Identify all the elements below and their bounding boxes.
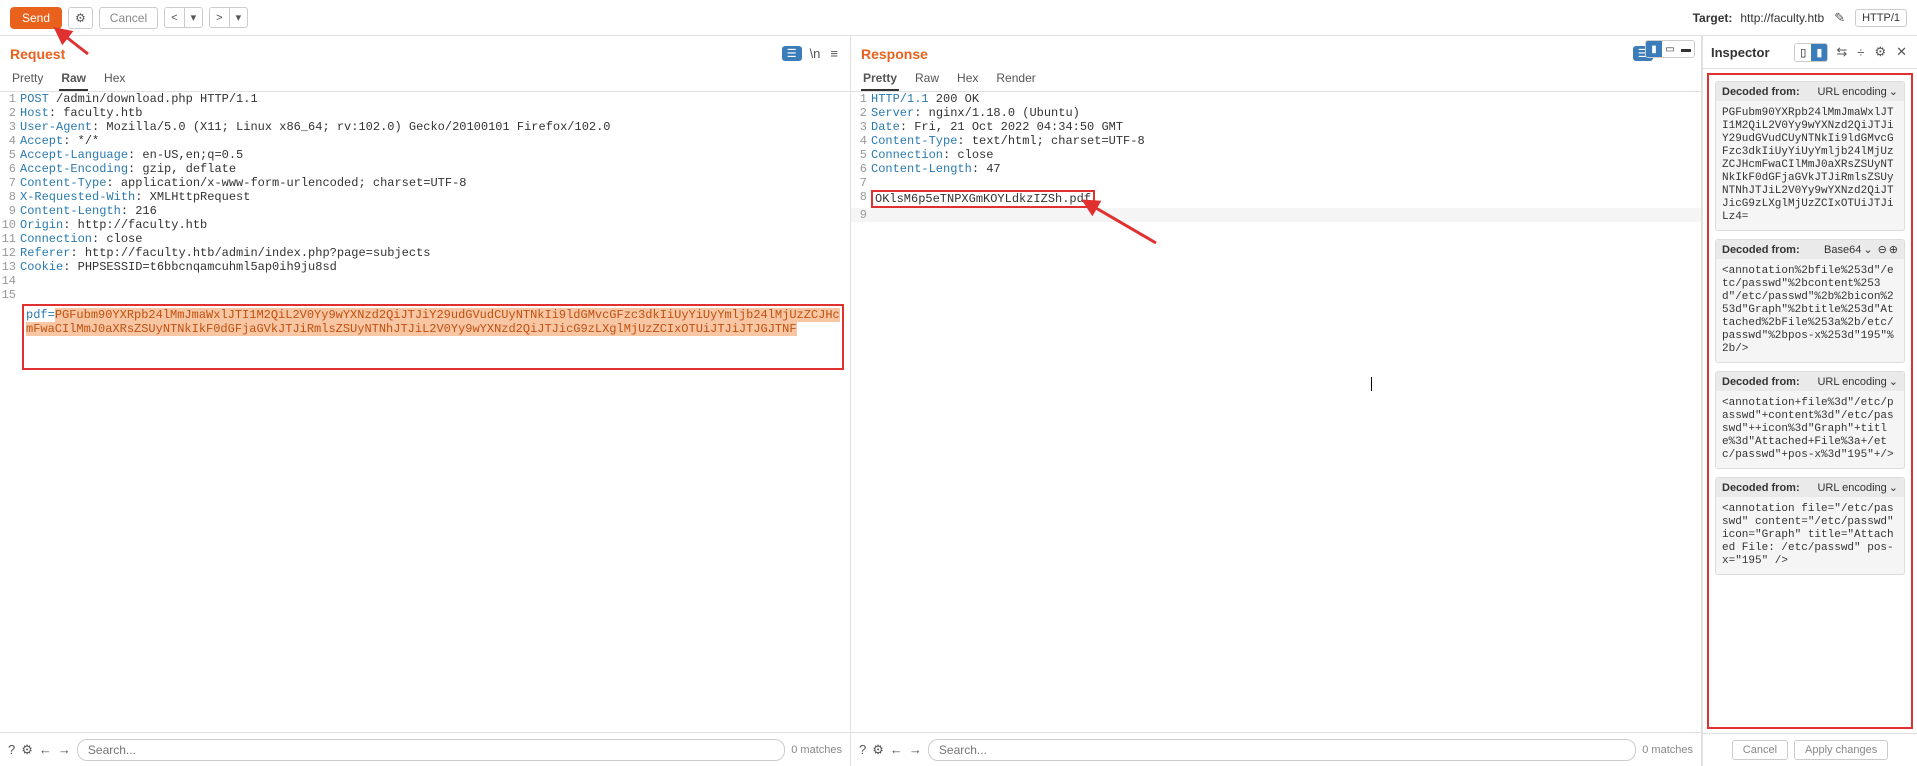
response-title: Response [861,46,928,62]
chevron-down-icon[interactable]: ⌄ [1863,243,1872,256]
decoded-block: Decoded from:URL encoding ⌄<annotation f… [1715,477,1905,575]
target-url: http://faculty.htb [1740,11,1824,25]
search-help-icon[interactable]: ? [859,742,866,757]
response-search-input[interactable] [928,739,1636,761]
request-panel: Request ☰ \n ≡ Pretty Raw Hex 1POST /adm… [0,36,851,766]
chevron-down-icon[interactable]: ⌄ [1889,481,1898,494]
view-split-icon[interactable]: ▮ [1811,44,1827,61]
search-next-icon[interactable]: → [909,742,922,757]
request-header: Request ☰ \n ≡ [0,36,850,63]
chevron-down-icon[interactable]: ⌄ [1889,85,1898,98]
close-icon[interactable]: ✕ [1894,42,1909,62]
response-panel: Response ☰ \n ≡ Pretty Raw Hex Render 1H… [851,36,1702,766]
tab-pretty[interactable]: Pretty [10,67,45,91]
main-container: Request ☰ \n ≡ Pretty Raw Hex 1POST /adm… [0,36,1917,766]
tab-hex[interactable]: Hex [955,67,980,91]
request-content[interactable]: 1POST /admin/download.php HTTP/1.12Host:… [0,92,850,732]
gear-icon[interactable]: ⚙ [68,7,93,29]
inspector-apply-button[interactable]: Apply changes [1794,740,1888,760]
send-button[interactable]: Send [10,7,62,29]
decoded-block: Decoded from:URL encoding ⌄PGFubm90YXRpb… [1715,81,1905,231]
response-search-bar: ? ⚙ ← → 0 matches [851,732,1701,766]
cancel-button[interactable]: Cancel [99,7,158,29]
decoded-block: Decoded from:Base64 ⌄ ⊖ ⊕<annotation%2bf… [1715,239,1905,363]
target-label: Target: [1693,11,1733,25]
layout-toggle: ▮ ▭ ▬ [1645,40,1695,58]
forward-dropdown[interactable]: ▾ [230,7,249,28]
request-search-bar: ? ⚙ ← → 0 matches [0,732,850,766]
encoding-select[interactable]: URL encoding [1817,376,1886,388]
search-gear-icon[interactable]: ⚙ [21,742,33,758]
search-next-icon[interactable]: → [58,742,71,757]
tab-raw[interactable]: Raw [59,67,88,91]
inspector-panel: Inspector ▯ ▮ ⇆ ÷ ⚙ ✕ Decoded from:URL e… [1702,36,1917,766]
toolbar-left: Send ⚙ Cancel < ▾ > ▾ [10,7,248,29]
inspector-footer: Cancel Apply changes [1703,733,1917,766]
pencil-icon[interactable]: ✎ [1832,8,1847,28]
inspector-cancel-button[interactable]: Cancel [1732,740,1788,760]
request-match-count: 0 matches [791,744,842,756]
search-prev-icon[interactable]: ← [890,742,903,757]
tab-hex[interactable]: Hex [102,67,127,91]
divide-icon[interactable]: ÷ [1855,43,1866,62]
plus-icon[interactable]: ⊕ [1889,243,1898,256]
layout-vert-icon[interactable]: ▭ [1662,41,1678,57]
encoding-select[interactable]: Base64 [1824,244,1861,256]
pretty-toggle-icon[interactable]: ☰ [782,46,802,61]
menu-icon[interactable]: ≡ [828,44,840,63]
response-header: Response ☰ \n ≡ [851,36,1701,63]
request-tabs: Pretty Raw Hex [0,63,850,92]
toolbar-right: Target: http://faculty.htb ✎ HTTP/1 [1693,8,1907,28]
encoding-select[interactable]: URL encoding [1817,86,1886,98]
inspector-title: Inspector [1711,45,1770,60]
request-tools: ☰ \n ≡ [782,44,840,63]
minus-icon[interactable]: ⊖ [1878,243,1887,256]
tab-pretty[interactable]: Pretty [861,67,899,91]
main-toolbar: Send ⚙ Cancel < ▾ > ▾ Target: http://fac… [0,0,1917,36]
inspector-body: Decoded from:URL encoding ⌄PGFubm90YXRpb… [1707,73,1913,729]
chevron-down-icon[interactable]: ⌄ [1889,375,1898,388]
decoded-content[interactable]: <annotation+file%3d"/etc/passwd"+content… [1716,391,1904,468]
text-cursor [1371,376,1372,391]
gear-icon[interactable]: ⚙ [1872,42,1888,62]
layout-horiz-icon[interactable]: ▮ [1646,41,1662,57]
response-content[interactable]: 1HTTP/1.1 200 OK2Server: nginx/1.18.0 (U… [851,92,1701,732]
decoded-block: Decoded from:URL encoding ⌄<annotation+f… [1715,371,1905,469]
request-search-input[interactable] [77,739,785,761]
response-match-count: 0 matches [1642,744,1693,756]
inspector-tools: ▯ ▮ ⇆ ÷ ⚙ ✕ [1794,42,1909,62]
tab-render[interactable]: Render [994,67,1037,91]
collapse-icon[interactable]: ⇆ [1834,42,1849,62]
layout-combined-icon[interactable]: ▬ [1678,41,1694,57]
search-gear-icon[interactable]: ⚙ [872,742,884,758]
inspector-view-toggle: ▯ ▮ [1794,43,1828,62]
http-version-badge[interactable]: HTTP/1 [1855,9,1907,27]
history-fwd-group: > ▾ [209,7,248,28]
response-tabs: Pretty Raw Hex Render [851,63,1701,92]
decoded-content[interactable]: PGFubm90YXRpb24lMmJmaWxlJTI1M2QiL2V0Yy9w… [1716,101,1904,230]
inspector-header: Inspector ▯ ▮ ⇆ ÷ ⚙ ✕ [1703,36,1917,69]
newline-icon[interactable]: \n [808,44,823,63]
forward-button[interactable]: > [209,7,229,28]
history-back-group: < ▾ [164,7,203,28]
back-dropdown[interactable]: ▾ [185,7,204,28]
view-col-icon[interactable]: ▯ [1795,44,1811,61]
search-prev-icon[interactable]: ← [39,742,52,757]
encoding-select[interactable]: URL encoding [1817,482,1886,494]
decoded-content[interactable]: <annotation file="/etc/passwd" content="… [1716,497,1904,574]
tab-raw[interactable]: Raw [913,67,941,91]
back-button[interactable]: < [164,7,184,28]
search-help-icon[interactable]: ? [8,742,15,757]
request-title: Request [10,46,65,62]
decoded-content[interactable]: <annotation%2bfile%253d"/etc/passwd"%2bc… [1716,259,1904,362]
